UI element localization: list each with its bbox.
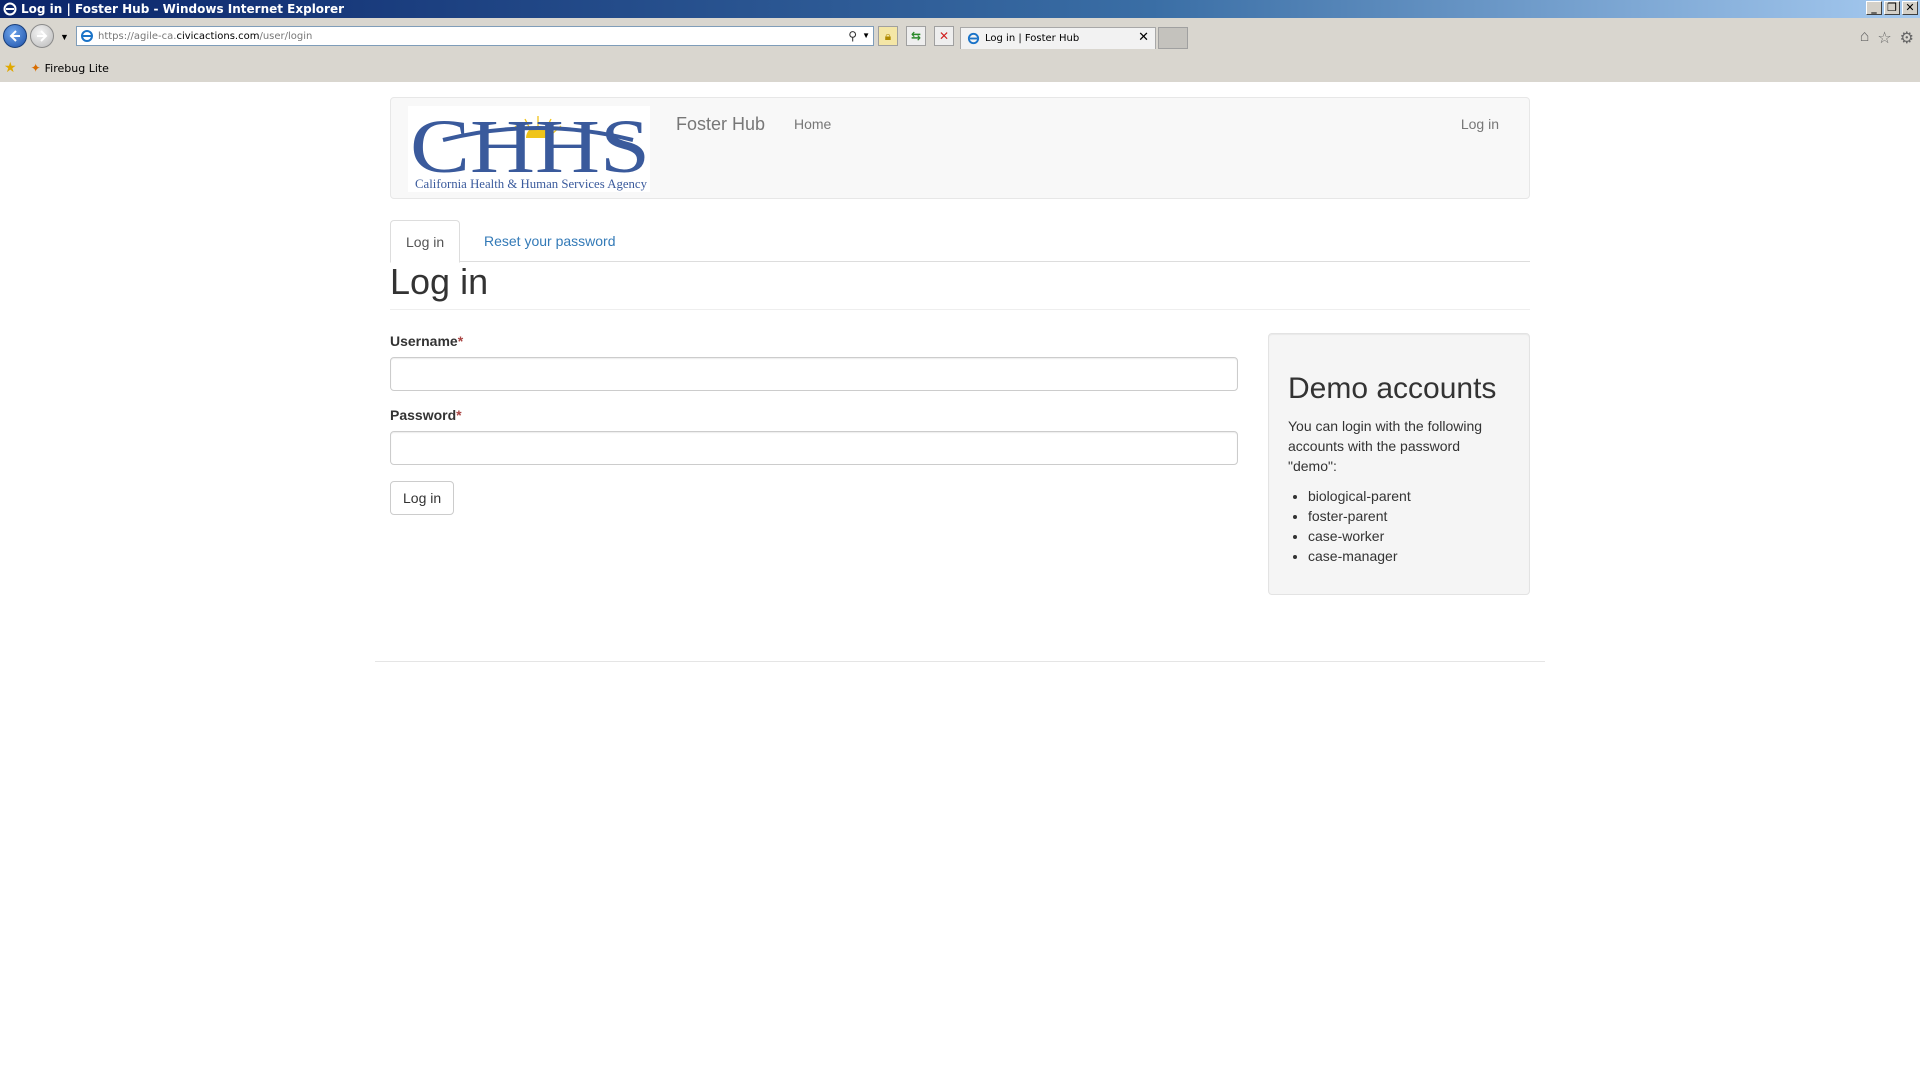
demo-accounts-panel: Demo accounts You can login with the fol…: [1268, 333, 1530, 595]
new-tab-button[interactable]: [1158, 27, 1188, 49]
required-marker: *: [457, 333, 464, 349]
page-ie-icon: [81, 30, 93, 42]
password-label: Password*: [390, 407, 462, 423]
stop-icon[interactable]: ✕: [934, 26, 954, 46]
demo-accounts-list: biological-parent foster-parent case-wor…: [1288, 486, 1510, 566]
gear-icon[interactable]: ⚙: [1900, 28, 1914, 48]
account-tabs: Log in Reset your password: [390, 220, 1530, 263]
close-window-button[interactable]: ✕: [1902, 1, 1918, 15]
favorites-star-icon[interactable]: ☆: [1877, 28, 1891, 48]
tab-ie-icon: [967, 32, 980, 45]
nav-login-link[interactable]: Log in: [1461, 116, 1499, 132]
favorite-firebug-lite[interactable]: Firebug Lite: [45, 62, 109, 75]
forward-button[interactable]: [30, 24, 54, 48]
search-icon[interactable]: ⚲: [848, 29, 857, 43]
footer-divider: [375, 661, 1545, 662]
list-item: case-worker: [1308, 526, 1510, 546]
home-icon[interactable]: ⌂: [1860, 28, 1870, 48]
restore-button[interactable]: ❐: [1884, 1, 1900, 15]
back-arrow-icon: [9, 30, 20, 42]
nav-home-link[interactable]: Home: [794, 116, 831, 132]
page-title: Log in: [390, 260, 1530, 310]
site-name[interactable]: Foster Hub: [676, 114, 765, 135]
history-dropdown-icon[interactable]: ▼: [60, 32, 69, 42]
chhs-logo[interactable]: CHHS California Health & Human Services …: [408, 105, 650, 192]
username-field[interactable]: [390, 357, 1238, 391]
username-label: Username*: [390, 333, 464, 349]
window-title: Log in | Foster Hub - Windows Internet E…: [21, 2, 345, 16]
forward-arrow-icon: [37, 30, 48, 42]
back-button[interactable]: [3, 24, 27, 48]
list-item: case-manager: [1308, 546, 1510, 566]
security-lock-icon[interactable]: 🔒︎: [878, 26, 898, 46]
required-marker: *: [456, 407, 462, 423]
favorites-icon[interactable]: ★: [4, 60, 17, 76]
tab-login[interactable]: Log in: [390, 220, 461, 263]
favorites-bar: ★ ✦ Firebug Lite: [0, 56, 1920, 80]
demo-description: You can login with the following account…: [1288, 418, 1483, 474]
address-bar[interactable]: https://agile-ca.civicactions.com/user/l…: [76, 26, 874, 46]
internet-explorer-icon: [3, 2, 17, 16]
minimize-button[interactable]: _: [1866, 1, 1882, 15]
close-tab-icon[interactable]: ✕: [1138, 30, 1149, 45]
tab-title: Log in | Foster Hub: [985, 33, 1080, 44]
demo-title: Demo accounts: [1288, 372, 1497, 405]
list-item: biological-parent: [1308, 486, 1510, 506]
list-item: foster-parent: [1308, 506, 1510, 526]
refresh-icon[interactable]: ⇆: [906, 26, 926, 46]
window-titlebar: Log in | Foster Hub - Windows Internet E…: [0, 0, 1920, 18]
site-header: CHHS California Health & Human Services …: [390, 97, 1530, 199]
browser-toolbar: ▼ https://agile-ca.civicactions.com/user…: [0, 18, 1920, 82]
logo-subtitle: California Health & Human Services Agenc…: [415, 177, 648, 191]
tab-reset-password[interactable]: Reset your password: [469, 220, 631, 262]
firebug-icon[interactable]: ✦: [31, 61, 41, 75]
chhs-logo-graphic: CHHS California Health & Human Services …: [410, 105, 650, 191]
window-controls: _ ❐ ✕: [1866, 1, 1918, 15]
login-submit-button[interactable]: Log in: [390, 481, 455, 515]
browser-tools: ⌂ ☆ ⚙: [1860, 28, 1914, 48]
url-text[interactable]: https://agile-ca.civicactions.com/user/l…: [98, 31, 312, 42]
browser-tab[interactable]: Log in | Foster Hub ✕: [960, 27, 1156, 49]
password-field[interactable]: [390, 431, 1238, 465]
address-dropdown-icon[interactable]: ▼: [862, 31, 870, 40]
page-container: CHHS California Health & Human Services …: [390, 97, 1530, 595]
